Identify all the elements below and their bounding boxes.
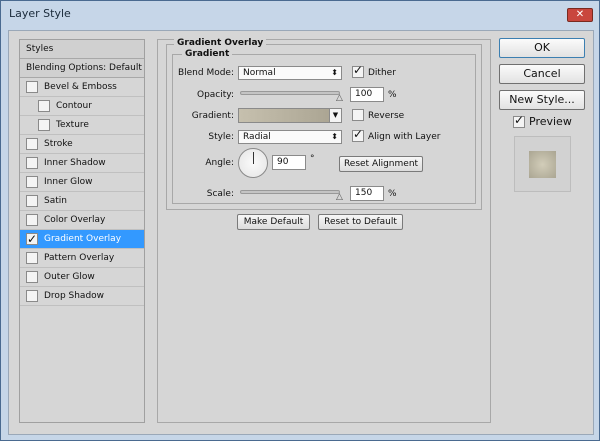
blend-mode-label: Blend Mode: (177, 68, 234, 78)
sidebar-item-outer-glow[interactable]: Outer Glow (20, 268, 144, 287)
new-style-button[interactable]: New Style... (499, 90, 585, 110)
styles-list: Styles Blending Options: Default Bevel & E… (19, 39, 145, 423)
scale-slider[interactable] (240, 190, 340, 194)
sidebar-item-contour[interactable]: Contour (20, 97, 144, 116)
sidebar-item-inner-glow[interactable]: Inner Glow (20, 173, 144, 192)
layer-style-dialog: Layer Style ✕ Styles Blending Options: De… (0, 0, 600, 441)
blend-mode-value: Normal (243, 68, 276, 78)
updown-icon: ⬍ (331, 132, 338, 141)
sidebar-item-label: Pattern Overlay (44, 253, 115, 263)
sidebar-item-satin[interactable]: Satin (20, 192, 144, 211)
angle-dial[interactable] (238, 148, 268, 178)
sidebar-item-styles[interactable]: Styles (20, 40, 144, 59)
angle-label: Angle: (205, 158, 234, 168)
preview-swatch (529, 151, 556, 178)
make-default-button[interactable]: Make Default (237, 214, 310, 230)
opacity-input[interactable]: 100 (350, 87, 384, 102)
reverse-checkbox[interactable] (352, 109, 364, 121)
sidebar-item-label: Color Overlay (44, 215, 106, 225)
window-title: Layer Style (9, 7, 71, 20)
checkbox[interactable] (26, 157, 38, 169)
ok-button[interactable]: OK (499, 38, 585, 58)
checkbox[interactable] (26, 290, 38, 302)
opacity-slider-thumb[interactable]: △ (336, 94, 345, 103)
dropdown-arrow-icon[interactable]: ▼ (329, 109, 341, 122)
checkbox[interactable] (26, 176, 38, 188)
sidebar-item-label: Blending Options: Default (26, 63, 142, 73)
blend-mode-select[interactable]: Normal ⬍ (238, 66, 342, 80)
updown-icon: ⬍ (331, 68, 338, 77)
section-title: Gradient Overlay (174, 38, 267, 48)
cancel-button[interactable]: Cancel (499, 64, 585, 84)
settings-panel: Gradient Overlay Gradient Blend Mode: No… (157, 38, 491, 423)
sidebar-item-pattern-overlay[interactable]: Pattern Overlay (20, 249, 144, 268)
align-with-layer-checkbox[interactable] (352, 127, 364, 142)
style-value: Radial (243, 132, 271, 142)
scale-unit: % (388, 189, 397, 199)
sidebar-item-drop-shadow[interactable]: Drop Shadow (20, 287, 144, 306)
angle-unit: ° (310, 154, 315, 164)
reset-alignment-button[interactable]: Reset Alignment (339, 156, 423, 172)
checkbox[interactable] (26, 138, 38, 150)
gradient-label: Gradient: (191, 111, 234, 121)
scale-input[interactable]: 150 (350, 186, 384, 201)
dither-label: Dither (368, 68, 396, 78)
dialog-body: Styles Blending Options: Default Bevel & E… (8, 30, 594, 435)
gradient-picker[interactable]: ▼ (238, 108, 342, 123)
sidebar-item-label: Inner Glow (44, 177, 93, 187)
sidebar-item-color-overlay[interactable]: Color Overlay (20, 211, 144, 230)
dither-checkbox[interactable] (352, 63, 364, 78)
checkbox[interactable] (38, 119, 50, 131)
sidebar-item-stroke[interactable]: Stroke (20, 135, 144, 154)
sidebar-item-label: Drop Shadow (44, 291, 105, 301)
checkbox[interactable] (26, 230, 38, 248)
sidebar-item-gradient-overlay[interactable]: Gradient Overlay (20, 230, 144, 249)
sidebar-item-label: Satin (44, 196, 67, 206)
checkbox[interactable] (26, 81, 38, 93)
reverse-label: Reverse (368, 111, 405, 121)
sidebar-item-texture[interactable]: Texture (20, 116, 144, 135)
preview-frame (514, 136, 571, 192)
close-icon[interactable]: ✕ (567, 8, 593, 22)
sidebar-item-inner-shadow[interactable]: Inner Shadow (20, 154, 144, 173)
preview-checkbox[interactable] (513, 113, 525, 128)
opacity-slider[interactable] (240, 91, 340, 95)
checkbox[interactable] (38, 100, 50, 112)
checkbox[interactable] (26, 252, 38, 264)
preview-label: Preview (529, 115, 572, 128)
align-with-layer-label: Align with Layer (368, 132, 441, 142)
opacity-label: Opacity: (197, 90, 234, 100)
scale-label: Scale: (206, 189, 234, 199)
sidebar-item-label: Texture (56, 120, 89, 130)
sidebar-item-blending-options-default[interactable]: Blending Options: Default (20, 59, 144, 78)
sidebar-item-label: Gradient Overlay (44, 234, 122, 244)
sidebar-item-label: Bevel & Emboss (44, 82, 117, 92)
style-select[interactable]: Radial ⬍ (238, 130, 342, 144)
sidebar-item-bevel-emboss[interactable]: Bevel & Emboss (20, 78, 144, 97)
opacity-unit: % (388, 90, 397, 100)
angle-input[interactable]: 90 (272, 155, 306, 170)
scale-slider-thumb[interactable]: △ (336, 193, 345, 202)
sidebar-item-label: Inner Shadow (44, 158, 106, 168)
checkbox[interactable] (26, 214, 38, 226)
sidebar-item-label: Styles (26, 44, 54, 54)
sidebar-item-label: Stroke (44, 139, 73, 149)
sidebar-item-label: Contour (56, 101, 92, 111)
reset-to-default-button[interactable]: Reset to Default (318, 214, 403, 230)
group-title: Gradient (182, 49, 233, 59)
sidebar-item-label: Outer Glow (44, 272, 95, 282)
style-label: Style: (208, 132, 234, 142)
checkbox[interactable] (26, 195, 38, 207)
checkbox[interactable] (26, 271, 38, 283)
